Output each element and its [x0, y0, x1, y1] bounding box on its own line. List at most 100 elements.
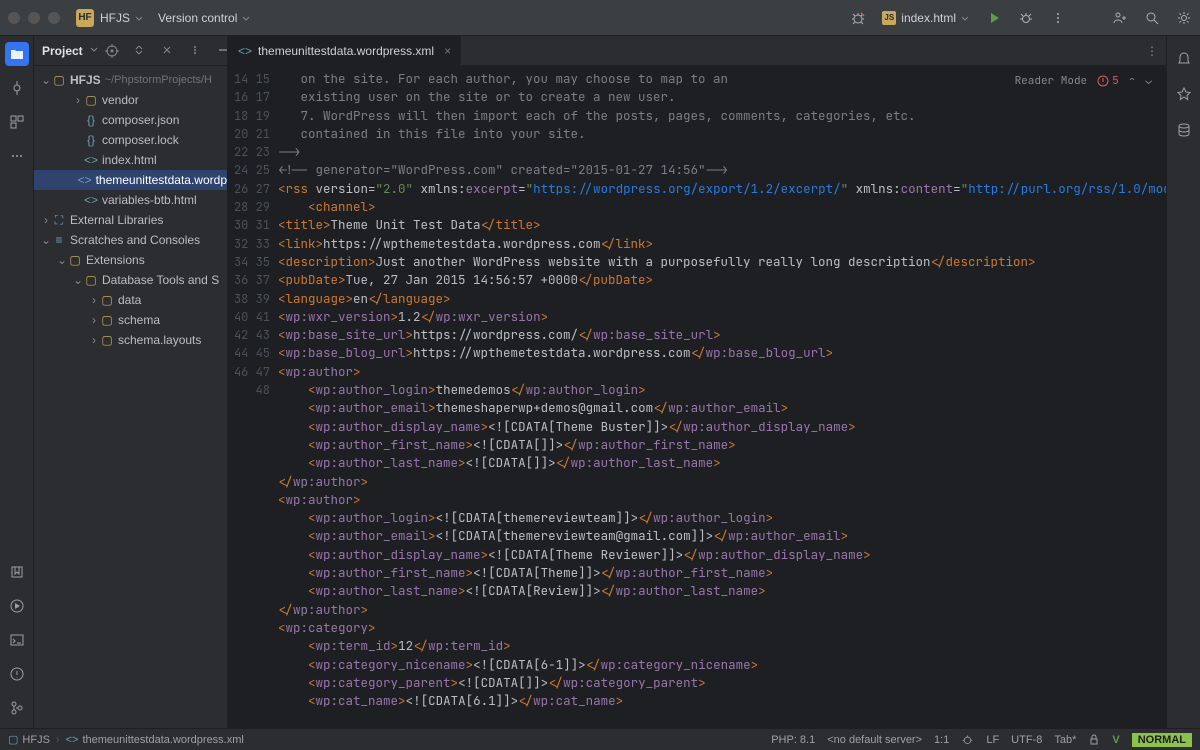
chevron-down-icon [134, 13, 144, 23]
terminal-tool-icon[interactable] [5, 628, 29, 652]
ideavim-icon[interactable]: V [1112, 734, 1119, 746]
commit-tool-icon[interactable] [5, 76, 29, 100]
more-tool-icon[interactable] [5, 144, 29, 168]
tab-label: themeunittestdata.wordpress.xml [258, 44, 434, 58]
tree-label: External Libraries [70, 213, 163, 227]
folder-icon: ▢ [100, 313, 114, 327]
vcs-tool-icon[interactable] [5, 696, 29, 720]
scratch-icon: ≡ [52, 233, 66, 247]
chevron-right-icon: › [88, 333, 100, 347]
tree-scratches[interactable]: ⌄ ≡ Scratches and Consoles [34, 230, 227, 250]
search-icon[interactable] [1144, 10, 1160, 26]
right-tool-rail [1166, 36, 1200, 728]
reader-mode-toggle[interactable]: Reader Mode [1015, 74, 1088, 88]
close-icon[interactable]: × [444, 44, 451, 58]
tree-label: Database Tools and S [102, 273, 219, 287]
tree-label: variables-btb.html [102, 193, 197, 207]
readonly-icon[interactable] [1088, 734, 1100, 746]
tree-item[interactable]: ›▢vendor [34, 90, 227, 110]
code-area[interactable]: on the site. For each author, you may ch… [278, 66, 1166, 728]
min-dot[interactable] [28, 12, 40, 24]
database-icon[interactable] [1172, 118, 1196, 142]
project-name: HFJS [100, 11, 130, 25]
tree-label: data [118, 293, 141, 307]
folder-icon: ▢ [100, 333, 114, 347]
expand-icon[interactable] [133, 44, 147, 58]
sidebar-header: Project [34, 36, 227, 66]
line-gutter[interactable]: 14 15 16 17 18 19 20 21 22 23 24 25 26 2… [228, 66, 278, 728]
chevron-down-icon[interactable]: ⌄ [1145, 74, 1152, 88]
run-config[interactable]: JS index.html [882, 11, 970, 25]
status-encoding[interactable]: UTF-8 [1011, 734, 1042, 746]
tree-item[interactable]: ›▢data [34, 290, 227, 310]
tree-extensions[interactable]: ⌄ ▢ Extensions [34, 250, 227, 270]
collapse-icon[interactable] [161, 44, 175, 58]
error-count[interactable]: 5 [1097, 74, 1119, 88]
code-with-me-icon[interactable] [1112, 10, 1128, 26]
tree-label: Scratches and Consoles [70, 233, 200, 247]
project-selector[interactable]: HF HFJS [76, 9, 144, 27]
tree-path: ~/PhpstormProjects/H [105, 74, 212, 86]
tree-item[interactable]: {}composer.json [34, 110, 227, 130]
chevron-up-icon[interactable]: ⌃ [1129, 74, 1136, 88]
left-tool-rail [0, 36, 34, 728]
tree-item[interactable]: ›▢schema.layouts [34, 330, 227, 350]
project-badge-icon: HF [76, 9, 94, 27]
bug-icon[interactable] [850, 10, 866, 26]
problems-tool-icon[interactable] [5, 662, 29, 686]
project-tree[interactable]: ⌄ ▢ HFJS ~/PhpstormProjects/H ›▢vendor {… [34, 66, 227, 728]
tab-more-icon[interactable]: ⋮ [1146, 44, 1166, 58]
tree-item[interactable]: <>index.html [34, 150, 227, 170]
notifications-icon[interactable] [1172, 46, 1196, 70]
max-dot[interactable] [48, 12, 60, 24]
project-tool-icon[interactable] [5, 42, 29, 66]
structure-tool-icon[interactable] [5, 110, 29, 134]
close-dot[interactable] [8, 12, 20, 24]
chevron-down-icon[interactable] [89, 44, 99, 58]
vcs-label: Version control [158, 11, 237, 25]
folder-icon: ▢ [84, 273, 98, 287]
breadcrumb-project-icon: ▢ [8, 733, 18, 746]
xml-file-icon: <> [66, 734, 79, 746]
tree-label: composer.lock [102, 133, 179, 147]
more-icon[interactable] [189, 44, 203, 58]
breadcrumb-file[interactable]: themeunittestdata.wordpress.xml [82, 734, 243, 746]
tree-item[interactable]: ›▢schema [34, 310, 227, 330]
debug-icon[interactable] [1018, 10, 1034, 26]
xml-file-icon: <> [238, 44, 252, 58]
bookmark-tool-icon[interactable] [5, 560, 29, 584]
tree-label: Extensions [86, 253, 145, 267]
file-icon: <> [84, 153, 98, 167]
breadcrumb-project[interactable]: HFJS [22, 734, 50, 746]
tree-root[interactable]: ⌄ ▢ HFJS ~/PhpstormProjects/H [34, 70, 227, 90]
tree-item[interactable]: {}composer.lock [34, 130, 227, 150]
title-bar: HF HFJS Version control JS index.html [0, 0, 1200, 36]
project-sidebar: Project ⌄ ▢ HFJS ~/PhpstormProjects/H ›▢… [34, 36, 228, 728]
status-line-sep[interactable]: LF [986, 734, 999, 746]
status-position[interactable]: 1:1 [934, 734, 949, 746]
status-indent[interactable]: Tab* [1054, 734, 1076, 746]
chevron-down-icon [241, 13, 251, 23]
more-icon[interactable] [1050, 10, 1066, 26]
status-server[interactable]: <no default server> [827, 734, 922, 746]
editor-tab[interactable]: <> themeunittestdata.wordpress.xml × [228, 36, 462, 66]
chevron-down-icon [960, 13, 970, 23]
ai-assistant-icon[interactable] [1172, 82, 1196, 106]
settings-icon[interactable] [1176, 10, 1192, 26]
run-file: index.html [901, 11, 956, 25]
error-icon [1097, 75, 1109, 87]
chevron-down-icon: ⌄ [72, 273, 84, 287]
vcs-selector[interactable]: Version control [158, 11, 251, 25]
tree-label: HFJS [70, 73, 101, 87]
folder-icon: ▢ [52, 73, 66, 87]
locate-icon[interactable] [105, 44, 119, 58]
tree-dbtools[interactable]: ⌄ ▢ Database Tools and S [34, 270, 227, 290]
tree-item[interactable]: <>themeunittestdata.wordp [34, 170, 227, 190]
bug-icon[interactable] [961, 733, 974, 746]
tree-item[interactable]: <>variables-btb.html [34, 190, 227, 210]
run-icon[interactable] [986, 10, 1002, 26]
status-php[interactable]: PHP: 8.1 [771, 734, 815, 746]
run-tool-icon[interactable] [5, 594, 29, 618]
window-controls[interactable] [8, 12, 60, 24]
tree-ext-lib[interactable]: › ⛶ External Libraries [34, 210, 227, 230]
